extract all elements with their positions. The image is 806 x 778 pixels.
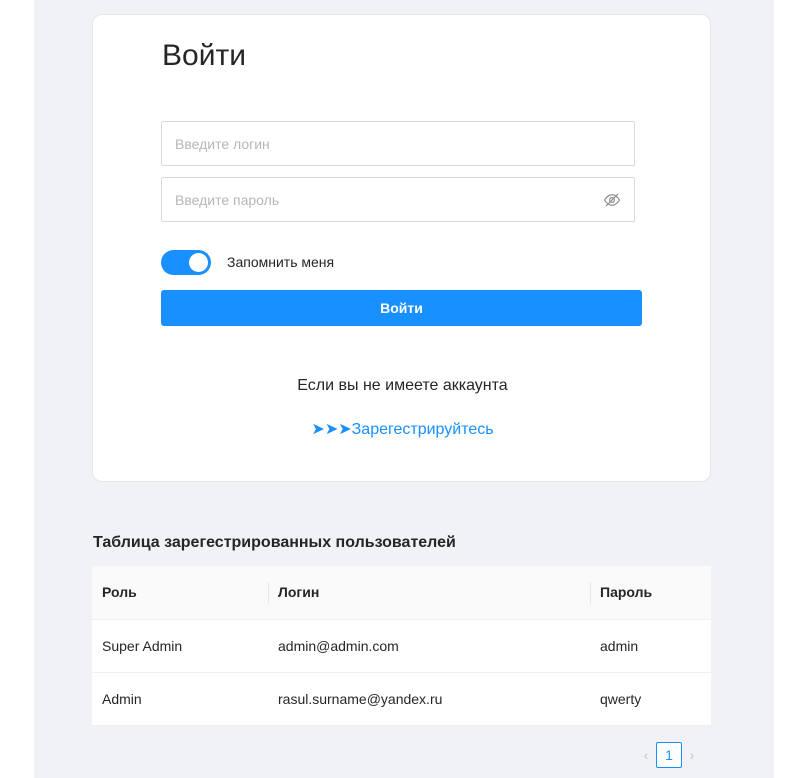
column-header-password-label: Пароль [600, 584, 653, 601]
login-card: Войти Запомнить меня Войти Если вы не им… [92, 14, 711, 482]
table-row: Admin rasul.surname@yandex.ru qwerty [92, 672, 711, 726]
cell-role: Super Admin [92, 619, 268, 673]
password-field[interactable] [161, 177, 635, 222]
login-field[interactable] [161, 121, 635, 166]
column-separator [590, 582, 591, 604]
column-header-role: Роль [92, 566, 268, 620]
cell-login: rasul.surname@yandex.ru [268, 672, 590, 726]
remember-me-label: Запомнить меня [227, 254, 335, 270]
register-link[interactable]: ➤➤➤Зарегестрируйтесь [93, 419, 712, 439]
login-button[interactable]: Войти [161, 290, 642, 326]
login-title: Войти [162, 39, 246, 72]
login-input[interactable] [175, 122, 621, 165]
users-table: Роль Логин Пароль Super Admin admin@admi… [92, 566, 711, 726]
cell-password: qwerty [590, 672, 711, 726]
chevron-left-icon[interactable]: ‹ [636, 747, 656, 763]
pagination-page[interactable]: 1 [656, 742, 682, 768]
pagination: ‹ 1 › [636, 742, 702, 768]
remember-me: Запомнить меня [161, 249, 334, 275]
remember-me-toggle[interactable] [161, 249, 211, 275]
no-account-text: Если вы не имеете аккаунта [297, 377, 508, 394]
column-header-password: Пароль [590, 566, 711, 620]
eye-invisible-icon[interactable] [603, 191, 621, 209]
cell-login: admin@admin.com [268, 619, 590, 673]
table-header-row: Роль Логин Пароль [92, 566, 711, 620]
users-table-title: Таблица зарегестрированных пользователей [93, 534, 456, 551]
toggle-knob [189, 252, 208, 272]
column-header-login-label: Логин [278, 584, 320, 601]
table-row: Super Admin admin@admin.com admin [92, 619, 711, 673]
chevron-right-icon[interactable]: › [682, 747, 702, 763]
cell-role: Admin [92, 672, 268, 726]
cell-password: admin [590, 619, 711, 673]
password-input[interactable] [175, 178, 597, 221]
column-header-login: Логин [268, 566, 590, 620]
column-separator [268, 582, 269, 604]
